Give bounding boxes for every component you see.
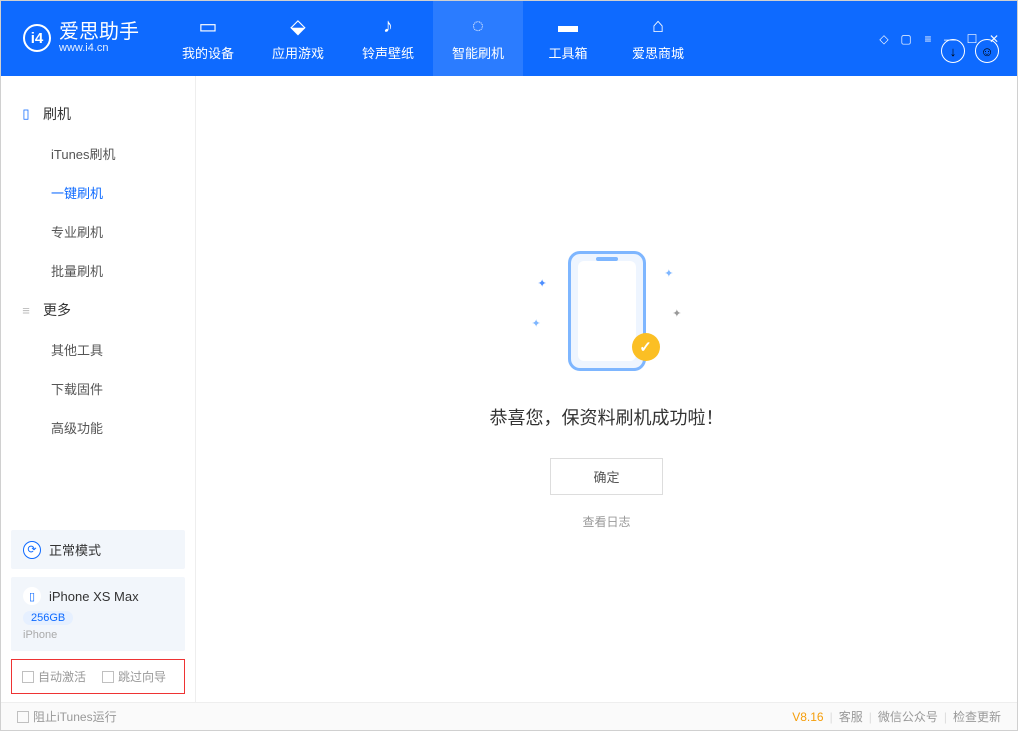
sidebar-item-pro-flash[interactable]: 专业刷机 bbox=[1, 212, 195, 251]
device-icon: ▯ bbox=[19, 107, 33, 121]
sidebar-item-download-fw[interactable]: 下载固件 bbox=[1, 369, 195, 408]
phone-icon: ▭ bbox=[197, 15, 219, 37]
tab-label: 铃声壁纸 bbox=[362, 43, 414, 62]
user-button[interactable]: ☺ bbox=[975, 39, 999, 63]
app-logo[interactable]: i4 爱思助手 www.i4.cn bbox=[1, 22, 163, 55]
cb-label: 阻止iTunes运行 bbox=[33, 708, 117, 725]
sparkle-icon: ✦ bbox=[538, 277, 547, 290]
shop-icon: ⌂ bbox=[647, 15, 669, 37]
device-card[interactable]: ▯ iPhone XS Max 256GB iPhone bbox=[11, 577, 185, 651]
cube-icon: ⬙ bbox=[287, 15, 309, 37]
tab-apps-games[interactable]: ⬙ 应用游戏 bbox=[253, 1, 343, 76]
footer-link-update[interactable]: 检查更新 bbox=[953, 708, 1001, 725]
sidebar-item-other-tools[interactable]: 其他工具 bbox=[1, 330, 195, 369]
main-tabs: ▭ 我的设备 ⬙ 应用游戏 ♪ 铃声壁纸 ◌ 智能刷机 ▬ 工具箱 ⌂ 爱思商城 bbox=[163, 1, 703, 76]
sidebar: ▯ 刷机 iTunes刷机 一键刷机 专业刷机 批量刷机 ≡ 更多 其他工具 下… bbox=[1, 76, 196, 702]
checkbox-icon bbox=[17, 711, 29, 723]
group-title: 刷机 bbox=[43, 104, 71, 124]
device-phone-icon: ▯ bbox=[29, 590, 35, 603]
footer-bar: 阻止iTunes运行 V8.16 | 客服 | 微信公众号 | 检查更新 bbox=[1, 702, 1017, 730]
cb-label: 跳过向导 bbox=[118, 668, 166, 685]
download-button[interactable]: ↓ bbox=[941, 39, 965, 63]
tab-smart-flash[interactable]: ◌ 智能刷机 bbox=[433, 1, 523, 76]
tab-label: 工具箱 bbox=[548, 43, 587, 62]
sidebar-group-more[interactable]: ≡ 更多 bbox=[1, 290, 195, 330]
checkbox-block-itunes[interactable]: 阻止iTunes运行 bbox=[17, 708, 117, 725]
main-content: ✦ ✦ ✦ ✦ ✓ 恭喜您，保资料刷机成功啦！ 确定 查看日志 bbox=[196, 76, 1017, 702]
footer-link-wechat[interactable]: 微信公众号 bbox=[878, 708, 938, 725]
sparkle-icon: ✦ bbox=[532, 317, 541, 330]
sidebar-item-advanced[interactable]: 高级功能 bbox=[1, 408, 195, 447]
view-log-link[interactable]: 查看日志 bbox=[582, 513, 630, 530]
list-icon: ≡ bbox=[19, 303, 33, 317]
app-name-cn: 爱思助手 bbox=[59, 22, 139, 43]
group-title: 更多 bbox=[43, 300, 71, 320]
success-message: 恭喜您，保资料刷机成功啦！ bbox=[490, 404, 724, 430]
checkbox-auto-activate[interactable]: 自动激活 bbox=[22, 668, 86, 685]
highlight-box: 自动激活 跳过向导 bbox=[11, 659, 185, 694]
sparkle-icon: ✦ bbox=[664, 267, 673, 280]
refresh-icon: ◌ bbox=[467, 15, 489, 37]
sidebar-group-flash[interactable]: ▯ 刷机 bbox=[1, 94, 195, 134]
checkbox-skip-guide[interactable]: 跳过向导 bbox=[102, 668, 166, 685]
tab-my-device[interactable]: ▭ 我的设备 bbox=[163, 1, 253, 76]
sidebar-item-batch-flash[interactable]: 批量刷机 bbox=[1, 251, 195, 290]
success-illustration: ✦ ✦ ✦ ✦ ✓ bbox=[532, 249, 682, 379]
device-storage: 256GB bbox=[23, 611, 73, 625]
briefcase-icon: ▬ bbox=[557, 15, 579, 37]
version-label: V8.16 bbox=[792, 710, 823, 724]
device-type: iPhone bbox=[23, 629, 173, 641]
mode-card[interactable]: ⟳ 正常模式 bbox=[11, 530, 185, 569]
tab-label: 爱思商城 bbox=[632, 43, 684, 62]
checkbox-icon bbox=[22, 671, 34, 683]
checkbox-icon bbox=[102, 671, 114, 683]
app-name-en: www.i4.cn bbox=[59, 43, 139, 55]
menu-icon[interactable]: ≡ bbox=[921, 32, 935, 46]
header-bar: i4 爱思助手 www.i4.cn ▭ 我的设备 ⬙ 应用游戏 ♪ 铃声壁纸 ◌… bbox=[1, 1, 1017, 76]
mode-icon: ⟳ bbox=[27, 543, 36, 556]
tab-toolbox[interactable]: ▬ 工具箱 bbox=[523, 1, 613, 76]
mode-label: 正常模式 bbox=[49, 540, 101, 559]
check-icon: ✓ bbox=[632, 333, 660, 361]
footer-link-support[interactable]: 客服 bbox=[839, 708, 863, 725]
tab-label: 智能刷机 bbox=[452, 43, 504, 62]
tab-label: 我的设备 bbox=[182, 43, 234, 62]
tab-label: 应用游戏 bbox=[272, 43, 324, 62]
sparkle-icon: ✦ bbox=[672, 307, 681, 320]
device-name: iPhone XS Max bbox=[49, 589, 139, 604]
box-icon[interactable]: ▢ bbox=[899, 32, 913, 46]
sidebar-item-oneclick-flash[interactable]: 一键刷机 bbox=[1, 173, 195, 212]
logo-icon: i4 bbox=[23, 24, 51, 52]
tab-ringtones[interactable]: ♪ 铃声壁纸 bbox=[343, 1, 433, 76]
sidebar-item-itunes-flash[interactable]: iTunes刷机 bbox=[1, 134, 195, 173]
cb-label: 自动激活 bbox=[38, 668, 86, 685]
music-note-icon: ♪ bbox=[377, 15, 399, 37]
shirt-icon[interactable]: ◇ bbox=[877, 32, 891, 46]
ok-button[interactable]: 确定 bbox=[550, 458, 662, 495]
tab-store[interactable]: ⌂ 爱思商城 bbox=[613, 1, 703, 76]
